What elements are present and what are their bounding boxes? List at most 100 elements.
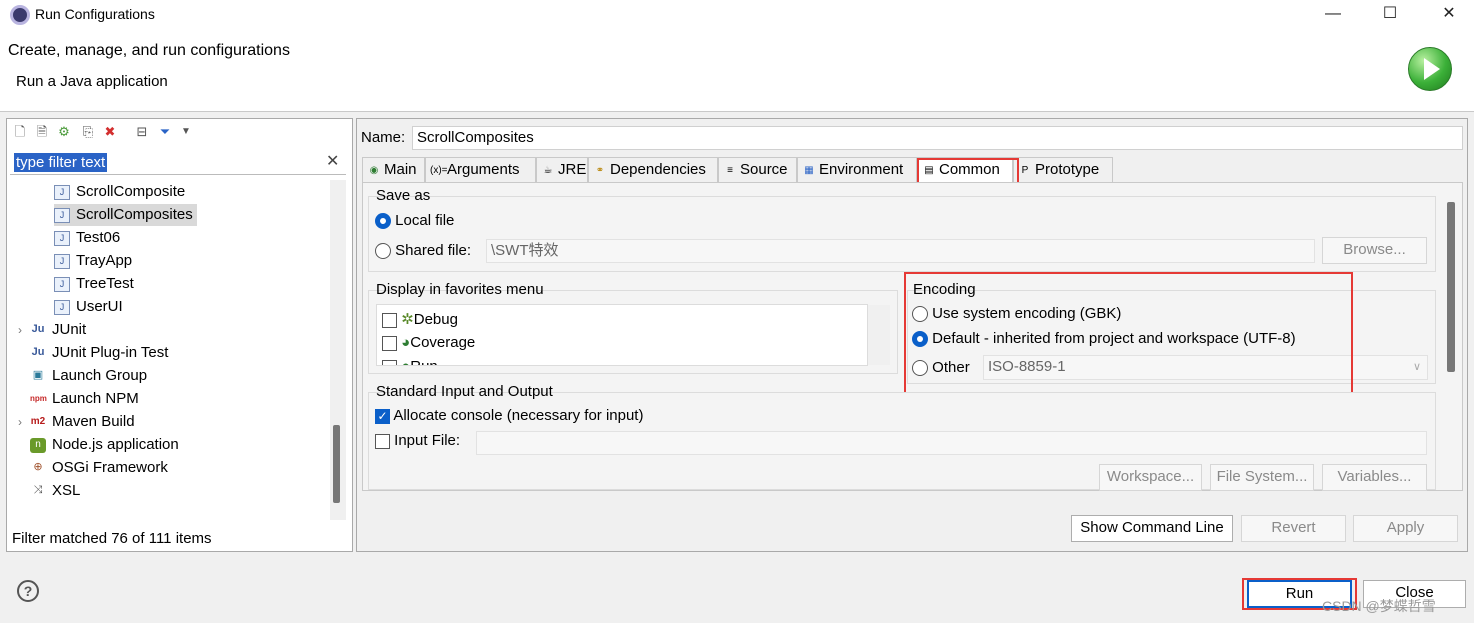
show-command-line-button[interactable]: Show Command Line <box>1071 515 1233 542</box>
name-field[interactable]: ScrollComposites <box>412 126 1463 150</box>
input-file-checkbox[interactable] <box>375 433 390 449</box>
tree-item[interactable]: J TreeTest <box>54 273 134 295</box>
highlight-encoding-group <box>904 272 1353 394</box>
variables-button[interactable]: Variables... <box>1322 464 1427 491</box>
browse-button[interactable]: Browse... <box>1322 237 1427 264</box>
tree-item[interactable]: npm Launch NPM <box>30 388 139 410</box>
maven-icon: m2 <box>30 415 46 427</box>
tab-source[interactable]: ≡ Source <box>718 157 797 182</box>
java-app-icon: J <box>54 299 70 315</box>
shared-file-path[interactable]: \SWT特效 <box>486 239 1315 263</box>
watermark: CSDN @梦蝶哲雪 <box>1322 598 1436 614</box>
run-icon: ● <box>401 358 410 365</box>
title-bar <box>0 0 1474 30</box>
tree-item[interactable]: J TrayApp <box>54 250 132 272</box>
tab-arguments[interactable]: (x)=Arguments <box>425 157 536 182</box>
debug-checkbox[interactable] <box>382 312 397 328</box>
xsl-icon: ⤨ <box>33 483 43 496</box>
tab-jre[interactable]: ☕ JRE <box>536 157 588 182</box>
java-app-icon: J <box>54 276 70 292</box>
expand-icon[interactable]: › <box>18 319 30 341</box>
debug-icon: ✲ <box>401 311 414 328</box>
dependencies-icon: ⚭ <box>595 164 605 176</box>
new-prototype-icon[interactable]: 🗎 <box>34 124 50 140</box>
junit-icon: Ju <box>31 322 45 335</box>
java-app-icon: J <box>54 253 70 269</box>
stdio-title: Standard Input and Output <box>376 383 553 400</box>
java-app-icon: J <box>54 184 70 200</box>
jre-icon: ☕ <box>543 164 553 176</box>
collapse-all-icon[interactable]: ⊟ <box>134 124 150 140</box>
allocate-console-checkbox[interactable]: ✓ <box>375 408 390 424</box>
favorites-scrollbar[interactable] <box>868 305 890 365</box>
new-config-icon[interactable]: 🗋 <box>12 124 28 140</box>
highlight-common-tab <box>917 158 1019 185</box>
input-file-option[interactable]: Input File: <box>375 432 460 449</box>
tab-main[interactable]: ◉ Main <box>362 157 425 182</box>
tree-scrollbar-thumb[interactable] <box>333 425 340 503</box>
favorite-debug[interactable]: ✲Debug <box>382 310 458 328</box>
coverage-checkbox[interactable] <box>382 335 397 351</box>
tree-item[interactable]: J Test06 <box>54 227 120 249</box>
nodejs-icon: n <box>30 437 46 453</box>
tab-prototype[interactable]: P Prototype <box>1013 157 1113 182</box>
tree-item[interactable]: n Node.js application <box>30 434 179 456</box>
osgi-icon: ⊕ <box>33 460 43 473</box>
favorites-title: Display in favorites menu <box>376 281 544 298</box>
arguments-icon: (x)= <box>430 164 448 176</box>
java-app-icon: J <box>54 230 70 246</box>
shared-file-option[interactable]: Shared file: <box>375 242 471 260</box>
tree-item[interactable]: ⤨ XSL <box>30 480 81 502</box>
apply-button[interactable]: Apply <box>1353 515 1458 542</box>
npm-icon: npm <box>30 393 47 403</box>
filter-status: Filter matched 76 of 111 items <box>12 530 212 547</box>
name-label: Name: <box>361 129 406 146</box>
help-icon[interactable]: ? <box>17 580 39 602</box>
tree-item[interactable]: › m2 Maven Build <box>18 411 135 433</box>
local-file-option[interactable]: Local file <box>375 212 454 230</box>
filter-input-text[interactable]: type filter text <box>14 153 108 172</box>
favorite-run[interactable]: ●Run <box>382 358 438 365</box>
favorites-list: ✲Debug ◕Coverage ●Run <box>376 304 868 366</box>
tree-item[interactable]: Ju JUnit Plug-in Test <box>30 342 169 364</box>
workspace-button[interactable]: Workspace... <box>1099 464 1202 491</box>
delete-config-icon[interactable]: ✖ <box>102 124 118 140</box>
tree-item[interactable]: ⊕ OSGi Framework <box>30 457 167 479</box>
duplicate-config-icon[interactable]: ⎘ <box>80 124 96 140</box>
export-config-icon[interactable]: ⚙ <box>56 124 72 140</box>
local-file-radio[interactable] <box>375 213 391 230</box>
tab-environment[interactable]: ▦ Environment <box>797 157 917 182</box>
save-as-title: Save as <box>376 187 431 204</box>
favorite-coverage[interactable]: ◕Coverage <box>382 334 475 351</box>
prototype-icon: P <box>1021 164 1029 176</box>
source-icon: ≡ <box>727 164 733 176</box>
tree-item[interactable]: J ScrollComposite <box>54 181 185 203</box>
maximize-button[interactable]: ☐ <box>1367 0 1413 30</box>
minimize-button[interactable]: — <box>1310 0 1356 30</box>
tree-item[interactable]: J UserUI <box>54 296 123 318</box>
clear-filter-icon[interactable]: ✕ <box>326 151 339 171</box>
file-system-button[interactable]: File System... <box>1210 464 1314 491</box>
junit-plugin-icon: Ju <box>31 345 45 358</box>
allocate-console-option[interactable]: ✓ Allocate console (necessary for input) <box>375 407 643 424</box>
expand-icon[interactable]: › <box>18 411 30 433</box>
tree-item[interactable]: ▣ Launch Group <box>30 365 147 387</box>
main-tab-icon: ◉ <box>369 164 379 176</box>
filter-icon[interactable]: ⏷ <box>157 124 173 140</box>
revert-button[interactable]: Revert <box>1241 515 1346 542</box>
eclipse-app-icon <box>10 5 30 25</box>
header-title: Create, manage, and run configurations <box>8 42 290 59</box>
input-file-field[interactable] <box>476 431 1427 455</box>
java-app-icon: J <box>54 207 70 223</box>
view-menu-icon[interactable]: ▼ <box>178 124 194 140</box>
run-checkbox[interactable] <box>382 359 397 365</box>
environment-icon: ▦ <box>804 164 814 176</box>
shared-file-radio[interactable] <box>375 243 391 260</box>
play-icon <box>1424 58 1440 80</box>
header-subtitle: Run a Java application <box>16 73 168 90</box>
tree-item[interactable]: › Ju JUnit <box>18 319 86 341</box>
tree-item-selected[interactable]: J ScrollComposites <box>54 204 197 226</box>
content-scrollbar-thumb[interactable] <box>1447 202 1455 372</box>
tab-dependencies[interactable]: ⚭ Dependencies <box>588 157 718 182</box>
close-window-button[interactable]: ✕ <box>1426 0 1472 30</box>
